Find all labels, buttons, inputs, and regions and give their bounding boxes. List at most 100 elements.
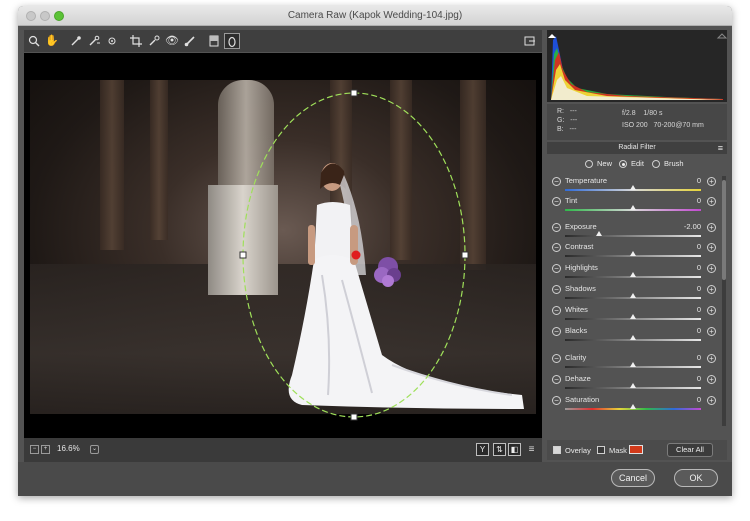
tint-value[interactable]: 0 [665,196,701,205]
blacks-minus-icon[interactable]: − [552,327,561,336]
adjustment-brush-icon[interactable] [182,33,198,49]
tint-minus-icon[interactable]: − [552,197,561,206]
mode-edit-label[interactable]: Edit [631,159,644,168]
contrast-minus-icon[interactable]: − [552,243,561,252]
zoom-icon[interactable] [26,33,42,49]
camera-info: R: --- G: --- B: --- f/2.8 1/80 s ISO 20… [547,104,727,140]
clarity-label: Clarity [565,353,587,362]
temperature-value[interactable]: 0 [665,176,701,185]
highlights-slider-thumb[interactable] [630,272,636,277]
contrast-plus-icon[interactable]: + [707,243,716,252]
slider-row-blacks: − Blacks 0 + [547,326,721,346]
mask-checkbox[interactable] [597,446,605,454]
radial-filter-overlay[interactable] [24,53,542,438]
scrollbar-thumb[interactable] [722,180,726,280]
mask-label: Mask [609,446,627,455]
contrast-value[interactable]: 0 [665,242,701,251]
red-eye-icon[interactable]: 👁 [164,33,180,49]
export-icon[interactable] [522,33,538,49]
image-canvas[interactable] [24,53,542,438]
shadow-clipping-icon [548,34,556,38]
dehaze-plus-icon[interactable]: + [707,375,716,384]
before-after-view-button[interactable]: Y [476,443,489,456]
whites-minus-icon[interactable]: − [552,306,561,315]
blacks-label: Blacks [565,326,588,335]
temperature-plus-icon[interactable]: + [707,177,716,186]
blacks-plus-icon[interactable]: + [707,327,716,336]
targeted-adjustment-icon[interactable] [104,33,120,49]
shutter-speed: 1/80 s [643,110,663,117]
cancel-button[interactable]: Cancel [611,469,655,487]
mode-new-radio[interactable] [585,160,593,168]
exposure-slider-track[interactable] [565,235,701,237]
saturation-value[interactable]: 0 [665,395,701,404]
shadows-minus-icon[interactable]: − [552,285,561,294]
ellipse-handle-bottom [350,413,358,421]
mode-new-label[interactable]: New [597,159,612,168]
dehaze-minus-icon[interactable]: − [552,375,561,384]
highlights-plus-icon[interactable]: + [707,264,716,273]
mask-color-swatch[interactable] [629,445,643,454]
panel-menu-icon[interactable]: ≡ [718,142,723,154]
shadows-value[interactable]: 0 [665,284,701,293]
whites-slider-thumb[interactable] [630,314,636,319]
highlights-value[interactable]: 0 [665,263,701,272]
clarity-slider-thumb[interactable] [630,362,636,367]
radial-filter-icon[interactable] [224,33,240,49]
crop-icon[interactable] [128,33,144,49]
dehaze-slider-thumb[interactable] [630,383,636,388]
exposure-minus-icon[interactable]: − [552,223,561,232]
overlay-checkbox[interactable] [553,446,561,454]
temperature-minus-icon[interactable]: − [552,177,561,186]
slider-row-temperature: − Temperature 0 + [547,176,721,196]
color-sampler-icon[interactable] [86,33,102,49]
blacks-slider-thumb[interactable] [630,335,636,340]
tint-plus-icon[interactable]: + [707,197,716,206]
exposure-plus-icon[interactable]: + [707,223,716,232]
exposure-value[interactable]: -2.00 [665,222,701,231]
saturation-slider-thumb[interactable] [630,404,636,409]
copy-settings-button[interactable]: ◧ [508,443,521,456]
hand-icon[interactable]: ✋ [44,33,60,49]
tint-slider-thumb[interactable] [630,205,636,210]
whites-value[interactable]: 0 [665,305,701,314]
slider-list: − Temperature 0 + − Tint 0 + − Exposure -2.00 + − Con… [547,176,721,426]
dehaze-value[interactable]: 0 [665,374,701,383]
highlight-clipping-icon [716,33,727,39]
shadows-plus-icon[interactable]: + [707,285,716,294]
zoom-in-button[interactable]: + [41,445,50,454]
contrast-label: Contrast [565,242,594,251]
blacks-value[interactable]: 0 [665,326,701,335]
white-balance-icon[interactable] [68,33,84,49]
mode-brush-radio[interactable] [652,160,660,168]
mode-brush-label[interactable]: Brush [664,159,684,168]
temperature-slider-thumb[interactable] [630,185,636,190]
clarity-plus-icon[interactable]: + [707,354,716,363]
graduated-filter-icon[interactable] [206,33,222,49]
highlights-minus-icon[interactable]: − [552,264,561,273]
toggle-settings-icon[interactable]: ≡ [526,444,537,455]
shadows-label: Shadows [565,284,596,293]
clarity-minus-icon[interactable]: − [552,354,561,363]
tint-label: Tint [565,196,578,205]
spot-removal-icon[interactable] [146,33,162,49]
mode-edit-radio[interactable] [619,160,627,168]
saturation-plus-icon[interactable]: + [707,396,716,405]
g-value: --- [570,117,578,124]
swap-settings-button[interactable]: ⇅ [493,443,506,456]
contrast-slider-thumb[interactable] [630,251,636,256]
ellipse-handle-right [461,251,469,259]
clear-all-button[interactable]: Clear All [667,443,713,457]
zoom-out-button[interactable]: − [30,445,39,454]
clarity-value[interactable]: 0 [665,353,701,362]
slider-row-clarity: − Clarity 0 + [547,353,721,373]
exposure-slider-thumb[interactable] [596,231,602,236]
saturation-minus-icon[interactable]: − [552,396,561,405]
panel-scrollbar[interactable] [722,176,726,426]
lens: 70-200@70 mm [653,122,704,129]
whites-plus-icon[interactable]: + [707,306,716,315]
shadows-slider-thumb[interactable] [630,293,636,298]
zoom-dropdown-chevron-icon[interactable]: ⌄ [90,445,99,454]
zoom-level[interactable]: 16.6% [57,444,80,453]
ok-button[interactable]: OK [674,469,718,487]
